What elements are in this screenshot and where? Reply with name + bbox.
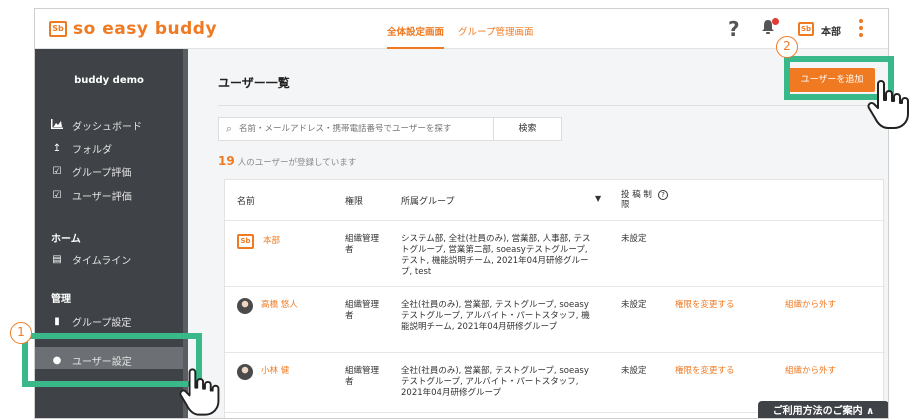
sidebar-item-timeline[interactable]: ▤ タイムライン — [51, 252, 131, 267]
usage-guide-tab[interactable]: ご利用方法のご案内 ∧ — [758, 401, 888, 418]
user-groups: 全社(社員のみ), 営業部, テストグループ, soeasyテストグループ, ア… — [401, 366, 589, 398]
search-input[interactable] — [239, 124, 479, 134]
user-name-link[interactable]: 小林 健 — [261, 366, 289, 377]
sidebar-item-label: ダッシュボード — [72, 122, 142, 133]
sidebar-item-group-eval[interactable]: ☑ グループ評価 — [51, 164, 132, 179]
user-role: 組織管理者 — [345, 300, 380, 321]
sidebar-item-label: タイムライン — [72, 256, 132, 267]
remove-from-org-link[interactable]: 組織から外す — [785, 300, 836, 311]
step-badge-2: 2 — [776, 36, 798, 58]
divider — [218, 105, 883, 106]
sidebar-heading-manage: 管理 — [51, 294, 71, 305]
more-menu-icon[interactable] — [858, 19, 864, 37]
sidebar-item-user-eval[interactable]: ☑ ユーザー評価 — [51, 188, 132, 203]
avatar: Sb — [237, 234, 254, 249]
change-role-link[interactable]: 権限を変更する — [675, 366, 735, 377]
highlight-user-settings — [22, 333, 202, 387]
main-content: ユーザー一覧 ユーザーを追加 ⌕ 検索 19人のユーザーが登録しています 名前 … — [188, 49, 888, 418]
search-button[interactable]: 検索 — [494, 117, 562, 141]
table-divider — [225, 220, 885, 221]
user-table: 名前 権限 所属グループ ▼ 投 稿 制 限 ? Sb 本部 組織管理者 システ… — [224, 179, 885, 418]
column-header-post-limit-label: 投 稿 制 限 — [621, 190, 652, 210]
nav-global-settings[interactable]: 全体設定画面 — [387, 24, 445, 49]
avatar — [237, 364, 253, 380]
logo-icon: Sb — [49, 21, 67, 37]
sidebar-item-label: グループ設定 — [72, 318, 132, 329]
building-icon: ▮ — [54, 316, 60, 327]
page-title: ユーザー一覧 — [218, 76, 290, 90]
top-nav: 全体設定画面 グループ管理画面 — [387, 24, 533, 49]
post-limit: 未設定 — [621, 300, 647, 310]
column-header-role: 権限 — [345, 197, 364, 207]
check-icon: ☑ — [52, 166, 62, 177]
sidebar-item-label: グループ評価 — [72, 168, 132, 179]
top-bar: Sb so easy buddy 全体設定画面 グループ管理画面 ? Sb 本部 — [35, 9, 888, 49]
avatar — [237, 298, 253, 314]
sidebar-item-group-settings[interactable]: ▮ グループ設定 — [51, 314, 131, 329]
sort-dropdown-icon[interactable]: ▼ — [595, 194, 601, 203]
sidebar-item-label: ユーザー評価 — [72, 192, 132, 203]
user-role: 組織管理者 — [345, 366, 380, 387]
change-role-link[interactable]: 権限を変更する — [675, 300, 735, 311]
newspaper-icon: ▤ — [52, 254, 62, 265]
logo-text: so easy buddy — [73, 19, 218, 39]
user-name[interactable]: 本部 — [821, 23, 841, 38]
sidebar-item-dashboard[interactable]: ダッシュボード — [51, 118, 142, 133]
user-name-link[interactable]: 本部 — [263, 236, 280, 247]
user-name-link[interactable]: 高橋 悠人 — [261, 300, 298, 311]
folder-up-icon: ↥ — [52, 143, 62, 154]
table-divider — [225, 352, 885, 353]
app-logo[interactable]: Sb so easy buddy — [49, 19, 217, 39]
column-header-post-limit: 投 稿 制 限 ? — [621, 190, 668, 210]
info-icon[interactable]: ? — [658, 190, 668, 200]
post-limit: 未設定 — [621, 366, 647, 376]
check-icon: ☑ — [52, 190, 62, 201]
step-badge-1: 1 — [10, 322, 32, 344]
sidebar-item-folder[interactable]: ↥ フォルダ — [51, 141, 112, 156]
nav-group-management[interactable]: グループ管理画面 — [458, 24, 533, 49]
search-icon: ⌕ — [225, 122, 233, 135]
user-role: 組織管理者 — [345, 234, 380, 255]
user-groups: 全社(社員のみ), 営業部, テストグループ, soeasyテストグループ, ア… — [401, 300, 590, 332]
org-name: buddy demo — [74, 75, 144, 86]
sidebar-item-label: フォルダ — [72, 145, 112, 156]
sidebar-heading-home: ホーム — [51, 234, 81, 245]
search-box: ⌕ — [218, 117, 494, 141]
table-divider — [225, 286, 885, 287]
user-avatar[interactable]: Sb — [798, 22, 814, 36]
column-header-name: 名前 — [237, 197, 256, 207]
user-count: 19 人のユーザーが登録しています — [218, 154, 356, 168]
pointer-hand-icon — [179, 368, 220, 416]
post-limit: 未設定 — [621, 234, 647, 244]
user-groups: システム部, 全社(社員のみ), 営業部, 人事部, テストグループ, 営業第二… — [401, 234, 591, 277]
notification-badge — [772, 18, 779, 25]
dashboard-icon — [51, 119, 63, 132]
user-count-number: 19 — [218, 154, 235, 168]
remove-from-org-link[interactable]: 組織から外す — [785, 366, 836, 377]
user-count-text: 人のユーザーが登録しています — [237, 158, 357, 168]
column-header-groups: 所属グループ — [401, 197, 455, 207]
help-icon[interactable]: ? — [728, 17, 740, 41]
pointer-hand-icon — [867, 80, 909, 129]
